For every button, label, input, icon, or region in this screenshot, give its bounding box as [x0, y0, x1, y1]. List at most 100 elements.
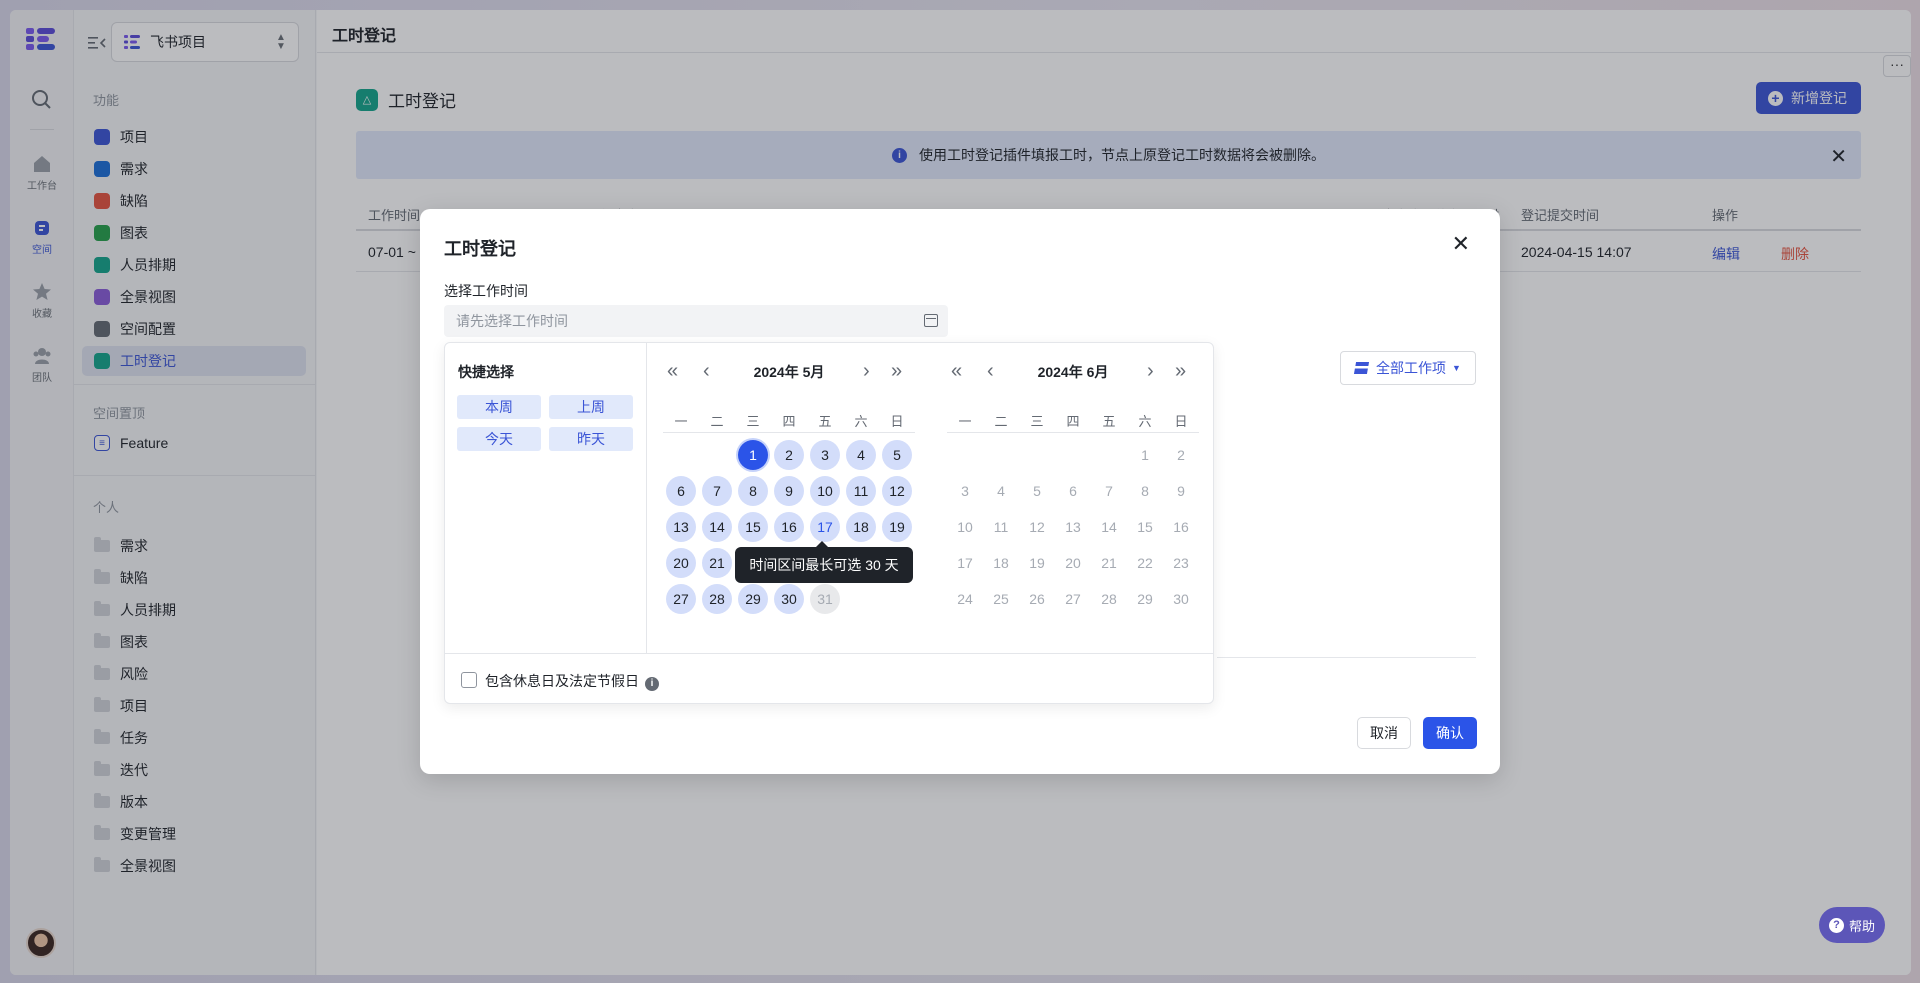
- calendar-day[interactable]: 16: [1166, 512, 1196, 542]
- calendar-day[interactable]: 11: [986, 512, 1016, 542]
- calendar-day[interactable]: 4: [986, 476, 1016, 506]
- calendar-day[interactable]: 1: [1130, 440, 1160, 470]
- confirm-button[interactable]: 确认: [1423, 717, 1477, 749]
- calendar-day[interactable]: 30: [1166, 584, 1196, 614]
- calendar-day[interactable]: 27: [666, 584, 696, 614]
- quick-this-week[interactable]: 本周: [457, 395, 541, 419]
- dialog-title: 工时登记: [444, 239, 516, 259]
- calendar-day[interactable]: 6: [1058, 476, 1088, 506]
- dialog-divider: [1217, 657, 1476, 658]
- calendar-day[interactable]: 28: [702, 584, 732, 614]
- calendar-day[interactable]: 19: [882, 512, 912, 542]
- calendar-day[interactable]: 22: [1130, 548, 1160, 578]
- calendar-icon: [924, 314, 938, 327]
- weekday-label: 三: [746, 414, 760, 429]
- calendar-day[interactable]: 13: [666, 512, 696, 542]
- date-range-picker: 快捷选择 本周 上周 今天 昨天 « ‹ 2024年 5月 › » 一二三四五六…: [444, 342, 1214, 704]
- calendar-day[interactable]: 5: [882, 440, 912, 470]
- weekday-label: 二: [710, 414, 724, 429]
- calendar-day[interactable]: 15: [738, 512, 768, 542]
- calendar-day[interactable]: 3: [950, 476, 980, 506]
- calendar-day[interactable]: 4: [846, 440, 876, 470]
- weekday-header: 一二三四五六日: [663, 407, 915, 433]
- calendar-day[interactable]: 7: [1094, 476, 1124, 506]
- weekday-label: 四: [1066, 414, 1080, 429]
- work-time-label: 选择工作时间: [444, 283, 528, 299]
- calendar-day[interactable]: 17: [950, 548, 980, 578]
- include-holidays-checkbox[interactable]: [461, 672, 477, 688]
- next-year-icon[interactable]: »: [1175, 359, 1186, 385]
- calendar-day[interactable]: 13: [1058, 512, 1088, 542]
- calendar-day[interactable]: 7: [702, 476, 732, 506]
- calendar-day[interactable]: 28: [1094, 584, 1124, 614]
- calendar-day[interactable]: 2: [1166, 440, 1196, 470]
- calendar-day[interactable]: 11: [846, 476, 876, 506]
- calendar-day[interactable]: 29: [1130, 584, 1160, 614]
- calendar-day[interactable]: 18: [986, 548, 1016, 578]
- quick-today[interactable]: 今天: [457, 427, 541, 451]
- help-button[interactable]: ? 帮助: [1819, 907, 1885, 943]
- calendar-day[interactable]: 31: [810, 584, 840, 614]
- calendar-day[interactable]: 29: [738, 584, 768, 614]
- calendar-day[interactable]: 1: [738, 440, 768, 470]
- calendar-day[interactable]: 24: [950, 584, 980, 614]
- weekday-label: 日: [1174, 414, 1188, 429]
- weekday-label: 日: [890, 414, 904, 429]
- calendar-day[interactable]: 8: [738, 476, 768, 506]
- work-item-filter[interactable]: 全部工作项 ▼: [1340, 351, 1476, 385]
- next-month-icon[interactable]: ›: [863, 359, 870, 385]
- month-june: « ‹ 2024年 6月 › » 一二三四五六日 1 2 3 4 5 6 7 8 9 10 11 12 1…: [947, 343, 1199, 643]
- calendar-day[interactable]: 6: [666, 476, 696, 506]
- calendar-day[interactable]: 10: [810, 476, 840, 506]
- info-icon[interactable]: i: [645, 677, 659, 691]
- calendar-day[interactable]: 14: [702, 512, 732, 542]
- calendar-day[interactable]: 18: [846, 512, 876, 542]
- calendar-day[interactable]: 9: [774, 476, 804, 506]
- weekday-label: 六: [854, 414, 868, 429]
- quick-last-week[interactable]: 上周: [549, 395, 633, 419]
- calendar-day[interactable]: 14: [1094, 512, 1124, 542]
- calendar-day[interactable]: 5: [1022, 476, 1052, 506]
- calendar-day[interactable]: 2: [774, 440, 804, 470]
- calendar-day[interactable]: 19: [1022, 548, 1052, 578]
- month-label: 2024年 5月: [753, 364, 825, 380]
- calendar-day[interactable]: 21: [702, 548, 732, 578]
- calendar-day[interactable]: 3: [810, 440, 840, 470]
- calendar-day[interactable]: 17: [810, 512, 840, 542]
- weekday-label: 六: [1138, 414, 1152, 429]
- calendar-day[interactable]: 9: [1166, 476, 1196, 506]
- calendar-day[interactable]: 26: [1022, 584, 1052, 614]
- calendar-day[interactable]: 8: [1130, 476, 1160, 506]
- layers-icon: [1353, 362, 1370, 374]
- calendar-day[interactable]: 20: [666, 548, 696, 578]
- weekday-label: 一: [674, 414, 688, 429]
- weekday-header: 一二三四五六日: [947, 407, 1199, 433]
- calendar-day[interactable]: 21: [1094, 548, 1124, 578]
- calendar-day[interactable]: 15: [1130, 512, 1160, 542]
- quick-yesterday[interactable]: 昨天: [549, 427, 633, 451]
- calendar-day[interactable]: 25: [986, 584, 1016, 614]
- quick-select-panel: 快捷选择 本周 上周 今天 昨天: [445, 343, 647, 653]
- weekday-label: 二: [994, 414, 1008, 429]
- month-label: 2024年 6月: [1037, 364, 1109, 380]
- next-month-icon[interactable]: ›: [1147, 359, 1154, 385]
- cancel-button[interactable]: 取消: [1357, 717, 1411, 749]
- weekday-label: 一: [958, 414, 972, 429]
- calendar-day[interactable]: 20: [1058, 548, 1088, 578]
- work-time-input[interactable]: 请先选择工作时间: [444, 305, 948, 337]
- calendar-day[interactable]: 27: [1058, 584, 1088, 614]
- calendar-day[interactable]: 30: [774, 584, 804, 614]
- weekday-label: 四: [782, 414, 796, 429]
- calendar-day[interactable]: 23: [1166, 548, 1196, 578]
- calendar-day[interactable]: 12: [882, 476, 912, 506]
- weekday-label: 五: [818, 414, 832, 429]
- include-holidays-label[interactable]: 包含休息日及法定节假日 i: [485, 671, 659, 691]
- weekday-label: 三: [1030, 414, 1044, 429]
- caret-down-icon: ▼: [1452, 363, 1461, 373]
- next-year-icon[interactable]: »: [891, 359, 902, 385]
- calendar-day[interactable]: 16: [774, 512, 804, 542]
- calendar-day[interactable]: 12: [1022, 512, 1052, 542]
- close-icon[interactable]: ✕: [1452, 231, 1470, 257]
- calendar-day[interactable]: 10: [950, 512, 980, 542]
- month-may: « ‹ 2024年 5月 › » 一二三四五六日 1 2 3 4 5 6 7 8 9 10 11 12 1…: [663, 343, 915, 643]
